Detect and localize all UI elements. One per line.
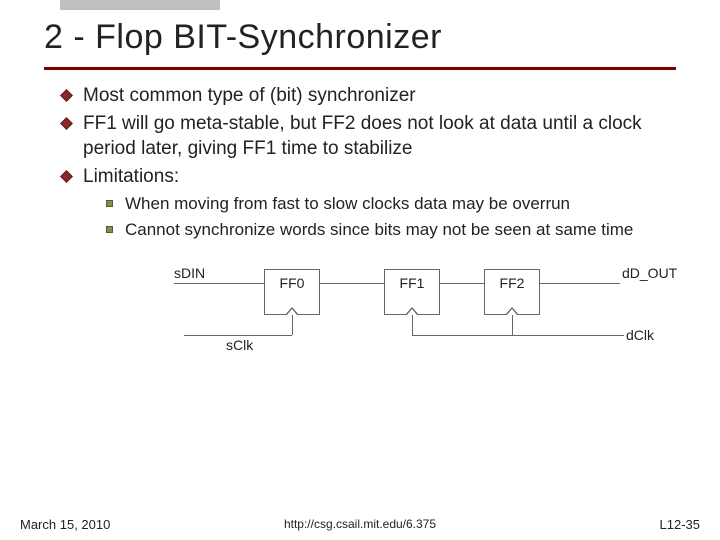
slide: 2 - Flop BIT-Synchronizer Most common ty…: [0, 0, 720, 540]
signal-label-sclk: sClk: [226, 337, 253, 353]
decorative-top-bar: [60, 0, 220, 10]
ff-label: FF1: [400, 275, 425, 291]
flipflop-ff0: FF0: [264, 269, 320, 315]
slide-footer: March 15, 2010 http://csg.csail.mit.edu/…: [0, 517, 720, 532]
sub-bullet-item: Cannot synchronize words since bits may …: [106, 219, 676, 241]
wire-clk-vert: [412, 315, 413, 335]
ff-label: FF2: [500, 275, 525, 291]
clock-triangle-icon: [405, 307, 419, 315]
wire: [440, 283, 484, 284]
wire: [174, 283, 264, 284]
wire-clk: [184, 335, 292, 336]
sub-bullet-text: Cannot synchronize words since bits may …: [125, 219, 633, 241]
sub-bullet-item: When moving from fast to slow clocks dat…: [106, 193, 676, 215]
square-icon: [106, 200, 113, 207]
bullet-text: Most common type of (bit) synchronizer: [83, 84, 416, 108]
circuit-diagram: sDIN FF0 FF1 FF2 dD_OUT sClk dClk: [124, 269, 676, 379]
signal-label-dclk: dClk: [626, 327, 654, 343]
footer-url: http://csg.csail.mit.edu/6.375: [0, 517, 720, 531]
wire: [540, 283, 620, 284]
ff-label: FF0: [280, 275, 305, 291]
sub-bullet-text: When moving from fast to slow clocks dat…: [125, 193, 570, 215]
clock-triangle-icon: [505, 307, 519, 315]
bullet-text: FF1 will go meta-stable, but FF2 does no…: [83, 112, 676, 161]
flipflop-ff1: FF1: [384, 269, 440, 315]
diamond-icon: [60, 89, 73, 102]
signal-label-sdin: sDIN: [174, 265, 205, 281]
bullet-list: Most common type of (bit) synchronizer F…: [62, 84, 676, 189]
bullet-item: Most common type of (bit) synchronizer: [62, 84, 676, 108]
wire-clk-vert: [512, 315, 513, 335]
diamond-icon: [60, 117, 73, 130]
signal-label-ddout: dD_OUT: [622, 265, 677, 281]
flipflop-ff2: FF2: [484, 269, 540, 315]
bullet-item: FF1 will go meta-stable, but FF2 does no…: [62, 112, 676, 161]
wire-clk-vert: [292, 315, 293, 335]
sub-bullet-list: When moving from fast to slow clocks dat…: [106, 193, 676, 241]
wire-clk: [412, 335, 624, 336]
square-icon: [106, 226, 113, 233]
wire: [320, 283, 384, 284]
bullet-item: Limitations:: [62, 165, 676, 189]
bullet-text: Limitations:: [83, 165, 179, 189]
slide-title: 2 - Flop BIT-Synchronizer: [44, 18, 676, 70]
diamond-icon: [60, 170, 73, 183]
clock-triangle-icon: [285, 307, 299, 315]
